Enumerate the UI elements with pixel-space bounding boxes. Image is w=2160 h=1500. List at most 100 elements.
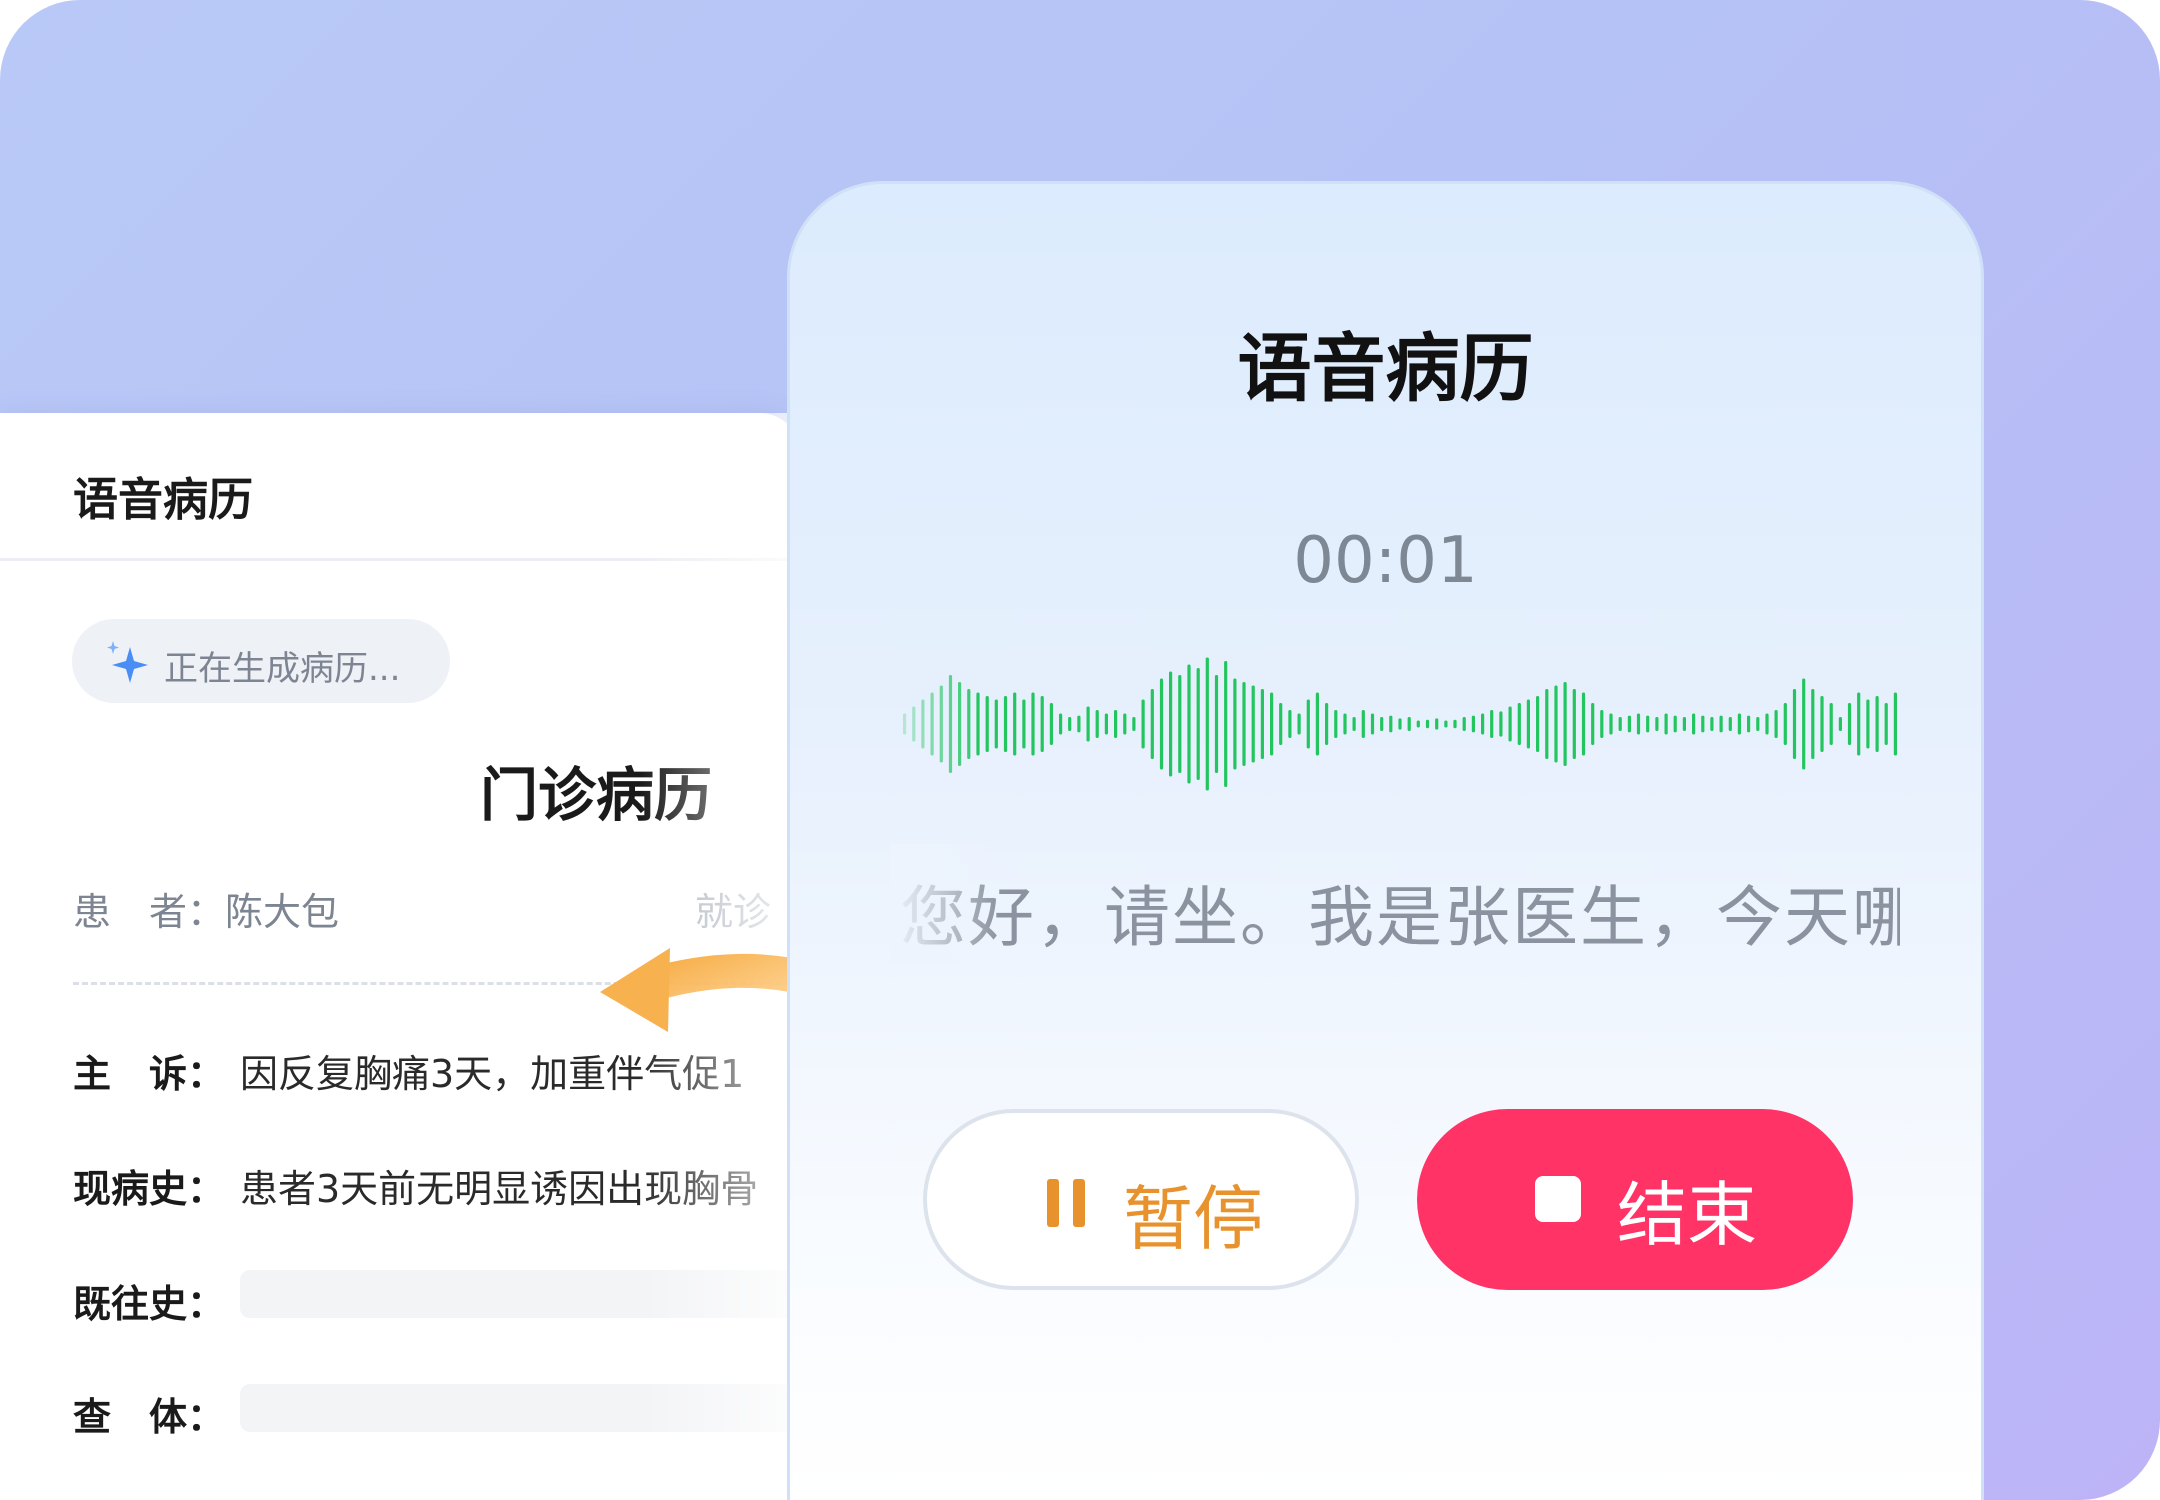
- waveform-bar: [1857, 692, 1861, 756]
- waveform-bar: [1710, 717, 1714, 731]
- waveform-bar: [1214, 675, 1219, 773]
- waveform-bar: [948, 675, 953, 773]
- waveform-bar: [1646, 715, 1650, 733]
- waveform-bar: [1306, 699, 1310, 749]
- present-illness-value[interactable]: 患者3天前无明显诱因出现胸骨: [240, 1158, 758, 1213]
- waveform-bar: [1847, 703, 1852, 745]
- waveform-bar: [1343, 713, 1347, 735]
- waveform-bar: [1756, 717, 1760, 731]
- live-transcript: 您好，请坐。我是张医生，今天哪: [900, 879, 1900, 956]
- waveform-bar: [1792, 689, 1797, 759]
- past-history-label: 既往史：: [73, 1282, 226, 1326]
- waveform-bar: [1159, 678, 1164, 770]
- chief-complaint-label: 主 诉：: [73, 1052, 226, 1096]
- waveform-bar: [1728, 717, 1732, 731]
- waveform-bar: [1462, 717, 1466, 731]
- waveform-bar: [1242, 682, 1246, 766]
- waveform-bar: [1361, 710, 1365, 738]
- waveform-bar: [1838, 717, 1842, 731]
- waveform-bar: [1123, 713, 1127, 735]
- pause-button[interactable]: 暂停: [923, 1109, 1359, 1290]
- waveform-bar: [1884, 703, 1888, 745]
- waveform-bar: [1059, 713, 1063, 735]
- waveform-bar: [1655, 717, 1659, 731]
- waveform-bar: [1682, 717, 1686, 731]
- waveform-bar: [1600, 710, 1604, 738]
- waveform-bar: [1022, 699, 1026, 749]
- waveform-bar: [1077, 715, 1081, 733]
- waveform-bar: [1270, 692, 1274, 756]
- waveform-bar: [1563, 682, 1567, 766]
- waveform-bar: [1802, 678, 1806, 770]
- waveform-bar: [1829, 703, 1833, 745]
- waveform-bar: [1591, 703, 1595, 745]
- waveform-bar: [903, 713, 907, 735]
- waveform-bar: [1536, 696, 1540, 752]
- waveform-bar: [912, 706, 916, 742]
- transcript-fade: [890, 844, 1000, 964]
- record-title: 门诊病历: [480, 761, 713, 829]
- waveform-bar: [985, 696, 989, 752]
- waveform-bar: [1774, 710, 1778, 738]
- waveform-bar: [1260, 689, 1264, 759]
- waveform-bar: [1471, 715, 1475, 733]
- waveform-bar: [1893, 692, 1897, 756]
- waveform-bar: [1811, 689, 1815, 759]
- present-illness-label: 现病史：: [73, 1167, 226, 1211]
- waveform-bar: [994, 699, 998, 749]
- waveform-bar: [1765, 713, 1769, 735]
- voice-recording-panel: 语音病历 00:01 您好，请坐。我是张医生，今天哪 暂停 结束: [787, 181, 1984, 1500]
- waveform-bar: [1490, 710, 1494, 738]
- waveform-bar: [1866, 699, 1870, 749]
- waveform-bar: [1783, 703, 1787, 745]
- waveform-bar: [1040, 696, 1044, 752]
- waveform-bar: [1178, 675, 1182, 773]
- panel-title: 语音病历: [1237, 326, 1534, 412]
- record-card-title: 语音病历: [73, 473, 254, 526]
- waveform-bar: [1407, 717, 1411, 731]
- waveform-bar: [1297, 713, 1301, 735]
- waveform-bar: [1444, 720, 1448, 728]
- waveform-bar: [1545, 689, 1549, 759]
- sparkle-icon: [107, 641, 148, 683]
- pause-icon: [1047, 1179, 1087, 1227]
- waveform-bar: [1453, 719, 1457, 729]
- waveform-bar: [1031, 692, 1035, 756]
- waveform-bar: [1618, 717, 1622, 731]
- end-button[interactable]: 结束: [1417, 1109, 1853, 1290]
- waveform-bar: [1013, 692, 1017, 756]
- waveform-bar: [1288, 710, 1292, 738]
- stop-icon: [1535, 1176, 1581, 1222]
- waveform-bar: [1132, 717, 1136, 731]
- waveform-bar: [1719, 715, 1723, 733]
- waveform-bar: [1389, 715, 1393, 733]
- waveform-bar: [1003, 696, 1008, 752]
- physical-exam-label: 查 体：: [73, 1395, 226, 1439]
- waveform-bar: [1334, 710, 1338, 738]
- waveform-bar: [1187, 664, 1191, 784]
- waveform-bar: [1114, 710, 1118, 738]
- waveform-bar: [1169, 671, 1173, 777]
- waveform-bar: [1572, 689, 1576, 759]
- waveform-bar: [1279, 703, 1283, 745]
- waveform-bar: [1095, 710, 1099, 738]
- waveform-bar: [1224, 661, 1228, 787]
- waveform-bar: [1315, 692, 1319, 756]
- waveform-bar: [1481, 713, 1485, 735]
- past-history-placeholder[interactable]: [240, 1270, 800, 1318]
- waveform-bar: [1517, 703, 1521, 745]
- waveform-bar: [1701, 715, 1705, 733]
- generating-status-badge: 正在生成病历...: [72, 619, 450, 703]
- waveform-bar: [1435, 718, 1439, 730]
- recording-timer: 00:01: [1293, 524, 1478, 598]
- waveform-bar: [1875, 696, 1879, 752]
- patient-name: 患 者：陈大包: [73, 890, 340, 934]
- waveform-bar: [1352, 717, 1356, 731]
- waveform-bar: [1609, 713, 1613, 735]
- physical-exam-placeholder[interactable]: [240, 1384, 800, 1432]
- waveform-bar: [1664, 713, 1668, 735]
- waveform-bar: [1526, 699, 1530, 749]
- waveform-bar: [1205, 657, 1209, 791]
- waveform-bar: [1425, 719, 1430, 729]
- waveform-bar: [939, 685, 943, 763]
